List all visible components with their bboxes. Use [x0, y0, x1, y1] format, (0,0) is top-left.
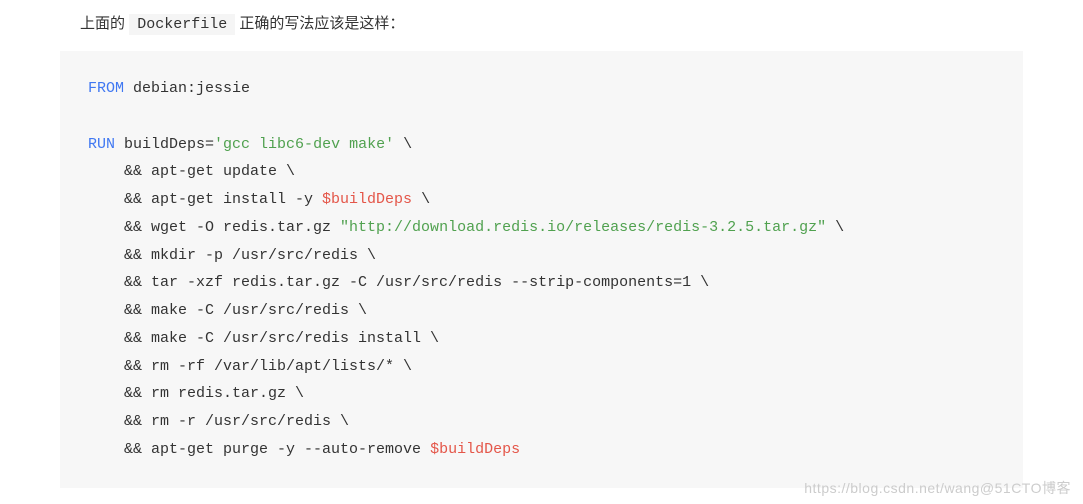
- code-text: \: [394, 136, 412, 153]
- code-variable: $buildDeps: [322, 191, 412, 208]
- code-text: && apt-get purge -y --auto-remove: [88, 441, 430, 458]
- code-text: && apt-get install -y: [88, 191, 322, 208]
- code-text: debian:jessie: [124, 80, 250, 97]
- code-text: && make -C /usr/src/redis \: [88, 302, 367, 319]
- code-string: 'gcc libc6-dev make': [214, 136, 394, 153]
- code-text: && wget -O redis.tar.gz: [88, 219, 340, 236]
- code-text: && tar -xzf redis.tar.gz -C /usr/src/red…: [88, 274, 709, 291]
- code-block: FROM debian:jessie RUN buildDeps='gcc li…: [60, 51, 1023, 488]
- code-variable: $buildDeps: [430, 441, 520, 458]
- code-text: && rm -r /usr/src/redis \: [88, 413, 349, 430]
- watermark: https://blog.csdn.net/wang@51CTO博客: [804, 478, 1071, 498]
- code-text: && make -C /usr/src/redis install \: [88, 330, 439, 347]
- keyword-from: FROM: [88, 80, 124, 97]
- inline-code-dockerfile: Dockerfile: [129, 14, 235, 35]
- intro-text-after: 正确的写法应该是这样：: [239, 15, 404, 32]
- code-text: && rm -rf /var/lib/apt/lists/* \: [88, 358, 412, 375]
- intro-text-before: 上面的: [80, 15, 125, 32]
- code-string: "http://download.redis.io/releases/redis…: [340, 219, 826, 236]
- code-text: buildDeps=: [115, 136, 214, 153]
- code-text: && apt-get update \: [88, 163, 295, 180]
- code-text: \: [412, 191, 430, 208]
- code-text: \: [826, 219, 844, 236]
- keyword-run: RUN: [88, 136, 115, 153]
- intro-paragraph: 上面的 Dockerfile 正确的写法应该是这样：: [0, 0, 1083, 51]
- code-text: && mkdir -p /usr/src/redis \: [88, 247, 376, 264]
- code-text: && rm redis.tar.gz \: [88, 385, 304, 402]
